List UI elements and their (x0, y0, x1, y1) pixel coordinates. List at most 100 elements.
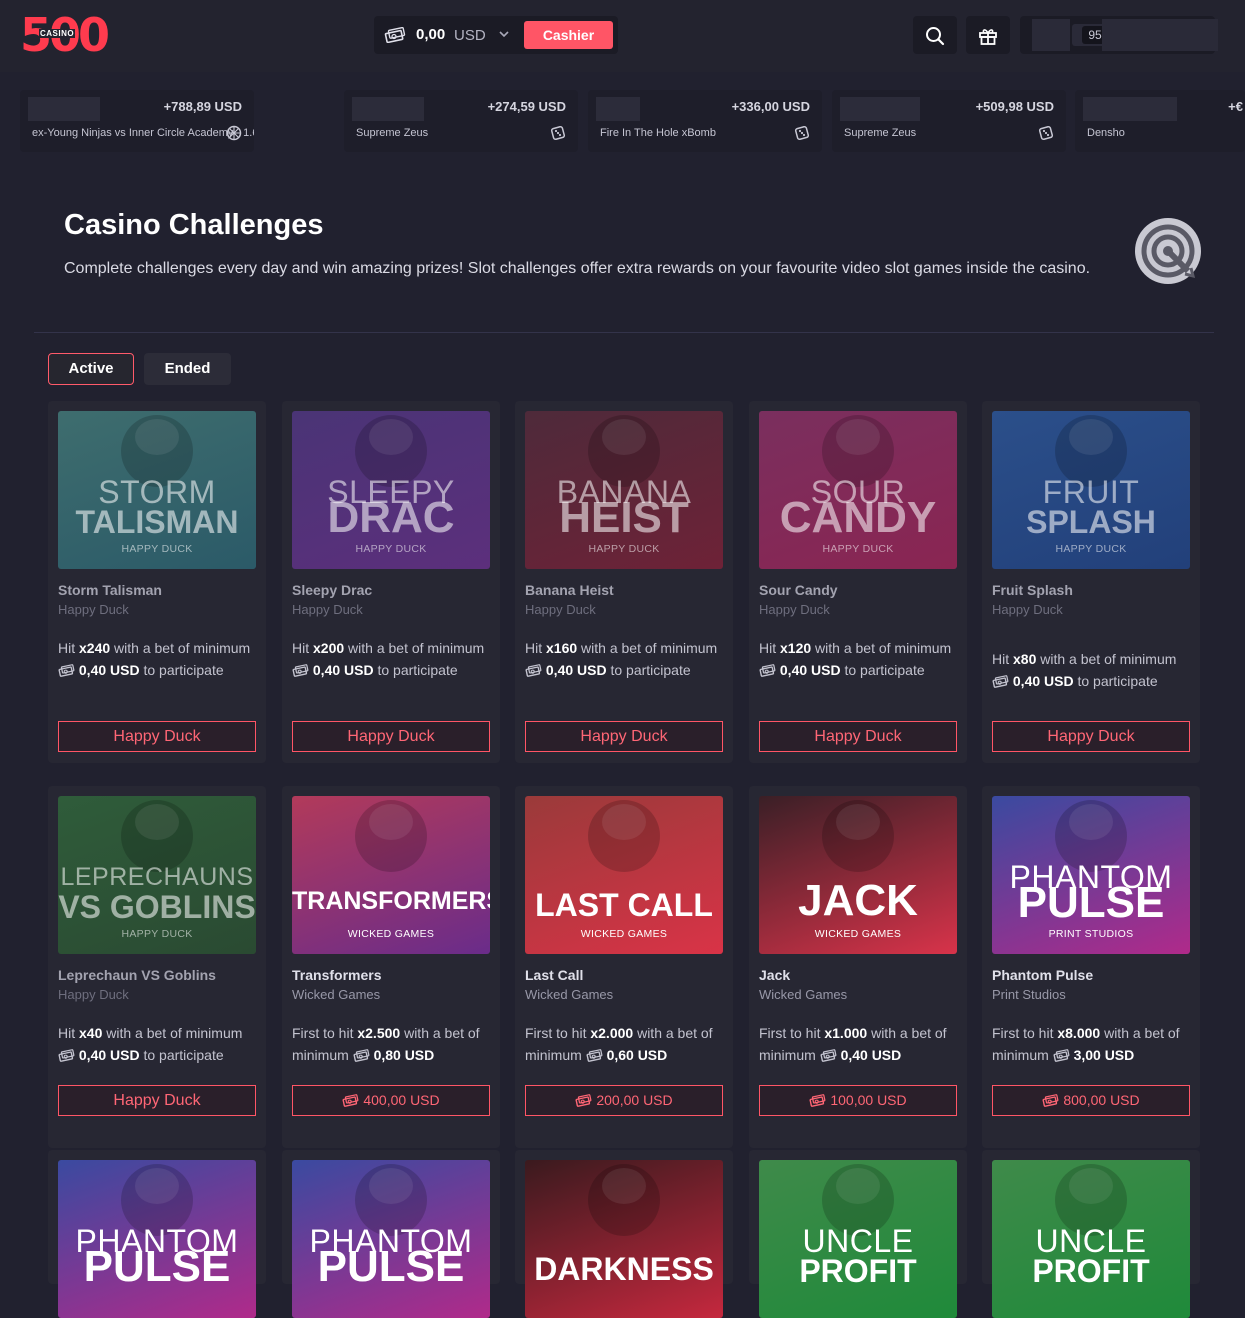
challenge-card[interactable]: PHANTOM PULSE (282, 1150, 500, 1318)
target-icon (1135, 218, 1201, 284)
game-thumbnail[interactable]: LAST CALL WICKED GAMES (525, 796, 723, 954)
button-label: Happy Duck (113, 728, 201, 745)
game-name: Sour Candy (759, 582, 838, 598)
cashier-button[interactable]: Cashier (524, 21, 613, 49)
challenge-card[interactable]: SOUR CANDY HAPPY DUCK Sour Candy Happy Duck H… (749, 401, 967, 763)
balance-currency: USD (454, 27, 486, 44)
win-item[interactable]: +509,98 USD Supreme Zeus (832, 90, 1066, 152)
thumb-studio: WICKED GAMES (814, 928, 902, 940)
thumb-title-line2: DARKNESS (534, 1251, 714, 1287)
tab-ended[interactable]: Ended (144, 353, 231, 385)
game-thumbnail[interactable]: TRANSFORMERS WICKED GAMES (292, 796, 490, 954)
provider-button[interactable]: Happy Duck (58, 721, 256, 752)
button-label: Happy Duck (580, 728, 668, 745)
game-thumbnail[interactable]: PHANTOM PULSE (292, 1160, 490, 1318)
cash-stack-icon (58, 664, 75, 677)
thumb-title-line2: TALISMAN (75, 504, 239, 540)
user-profile-menu[interactable]: 95 (1020, 16, 1218, 54)
challenge-card[interactable]: LAST CALL WICKED GAMES Last Call Wicked Gam… (515, 786, 733, 1148)
prize-button[interactable]: 200,00 USD (525, 1085, 723, 1116)
casino-logo[interactable]: 500 CASINO (20, 12, 110, 58)
thumb-title-line2: JACK (798, 876, 918, 925)
game-thumbnail[interactable]: BANANA HEIST HAPPY DUCK (525, 411, 723, 569)
win-item[interactable]: +274,59 USD Supreme Zeus (344, 90, 578, 152)
desc-prefix: First to hit (992, 1025, 1058, 1041)
winner-name-placeholder (352, 97, 424, 121)
desc-middle: with a bet of minimum (110, 640, 251, 656)
min-bet: 0,40 USD (779, 662, 841, 678)
search-button[interactable] (913, 16, 957, 54)
winner-name-placeholder (1083, 97, 1177, 121)
challenge-card[interactable]: PHANTOM PULSE PRINT STUDIOS Phantom Pulse Pr… (982, 786, 1200, 1148)
challenge-card[interactable]: STORM TALISMAN HAPPY DUCK Storm Talisman Hap… (48, 401, 266, 763)
prize-button[interactable]: 100,00 USD (759, 1085, 957, 1116)
button-label: Happy Duck (814, 728, 902, 745)
challenge-card[interactable]: DARKNESS (515, 1150, 733, 1318)
game-thumbnail[interactable]: FRUIT SPLASH HAPPY DUCK (992, 411, 1190, 569)
challenge-card[interactable]: PHANTOM PULSE (48, 1150, 266, 1318)
prize-button[interactable]: 800,00 USD (992, 1085, 1190, 1116)
desc-prefix: Hit (58, 1025, 79, 1041)
challenge-card[interactable]: UNCLE PROFIT (982, 1150, 1200, 1318)
desc-middle: with a bet of minimum (811, 640, 952, 656)
logo-sub: CASINO (39, 29, 76, 38)
provider-button[interactable]: Happy Duck (292, 721, 490, 752)
min-bet: 0,40 USD (840, 1047, 902, 1063)
provider-button[interactable]: Happy Duck (58, 1085, 256, 1116)
challenge-description: Hit x120 with a bet of minimum 0,40 USD … (759, 637, 959, 681)
game-thumbnail[interactable]: UNCLE PROFIT (992, 1160, 1190, 1318)
challenge-card[interactable]: UNCLE PROFIT (749, 1150, 967, 1318)
section-divider (34, 332, 1214, 333)
min-bet: 0,80 USD (373, 1047, 435, 1063)
game-thumbnail[interactable]: PHANTOM PULSE (58, 1160, 256, 1318)
provider-button[interactable]: Happy Duck (759, 721, 957, 752)
game-name: Leprechaun VS Goblins (58, 967, 216, 983)
cash-stack-icon (384, 27, 406, 43)
desc-prefix: Hit (759, 640, 780, 656)
min-bet: 0,40 USD (312, 662, 374, 678)
desc-middle: with a bet of minimum (1036, 651, 1177, 667)
win-game: Fire In The Hole xBomb (600, 127, 716, 139)
sports-ball-icon (226, 125, 242, 141)
game-thumbnail[interactable]: SOUR CANDY HAPPY DUCK (759, 411, 957, 569)
win-item[interactable]: +€ Densho (1075, 90, 1245, 152)
challenge-description: First to hit x2.500 with a bet of minimu… (292, 1022, 492, 1066)
game-thumbnail[interactable]: LEPRECHAUNS VS GOBLINS HAPPY DUCK (58, 796, 256, 954)
tab-active[interactable]: Active (48, 353, 134, 385)
game-thumbnail[interactable]: SLEEPY DRAC HAPPY DUCK (292, 411, 490, 569)
desc-prefix: First to hit (525, 1025, 591, 1041)
thumb-title-line2: PROFIT (1032, 1253, 1150, 1289)
win-item[interactable]: +336,00 USD Fire In The Hole xBomb (588, 90, 822, 152)
thumb-title-line2: PULSE (83, 1242, 231, 1291)
provider-button[interactable]: Happy Duck (992, 721, 1190, 752)
cash-stack-icon (58, 1049, 75, 1062)
game-thumbnail[interactable]: STORM TALISMAN HAPPY DUCK (58, 411, 256, 569)
challenge-card[interactable]: LEPRECHAUNS VS GOBLINS HAPPY DUCK Leprechau… (48, 786, 266, 1148)
cash-stack-icon (1053, 1049, 1070, 1062)
winner-name-placeholder (840, 97, 920, 121)
game-thumbnail[interactable]: JACK WICKED GAMES (759, 796, 957, 954)
gift-icon (979, 29, 997, 45)
win-game: Densho (1087, 127, 1125, 139)
provider-button[interactable]: Happy Duck (525, 721, 723, 752)
desc-middle: with a bet of minimum (344, 640, 485, 656)
win-item[interactable]: +788,89 USD ex-Young Ninjas vs Inner Cir… (20, 90, 254, 152)
dice-icon (1038, 125, 1054, 141)
min-bet: 0,60 USD (606, 1047, 668, 1063)
username-placeholder (1102, 19, 1218, 51)
prize-button[interactable]: 400,00 USD (292, 1085, 490, 1116)
challenge-card[interactable]: SLEEPY DRAC HAPPY DUCK Sleepy Drac Happy Duc… (282, 401, 500, 763)
game-thumbnail[interactable]: UNCLE PROFIT (759, 1160, 957, 1318)
thumb-studio: HAPPY DUCK (121, 928, 193, 940)
game-thumbnail[interactable]: DARKNESS (525, 1160, 723, 1318)
challenge-card[interactable]: BANANA HEIST HAPPY DUCK Banana Heist Happy D… (515, 401, 733, 763)
challenge-card[interactable]: TRANSFORMERS WICKED GAMES Transformers Wick… (282, 786, 500, 1148)
challenge-card[interactable]: JACK WICKED GAMES Jack Wicked Games First to… (749, 786, 967, 1148)
button-label: Happy Duck (347, 728, 435, 745)
game-thumbnail[interactable]: PHANTOM PULSE PRINT STUDIOS (992, 796, 1190, 954)
challenge-card[interactable]: FRUIT SPLASH HAPPY DUCK Fruit Splash Happy D… (982, 401, 1200, 763)
dice-icon (550, 125, 566, 141)
cash-stack-icon (820, 1049, 837, 1062)
game-provider: Happy Duck (58, 602, 129, 617)
gift-button[interactable] (966, 16, 1010, 54)
